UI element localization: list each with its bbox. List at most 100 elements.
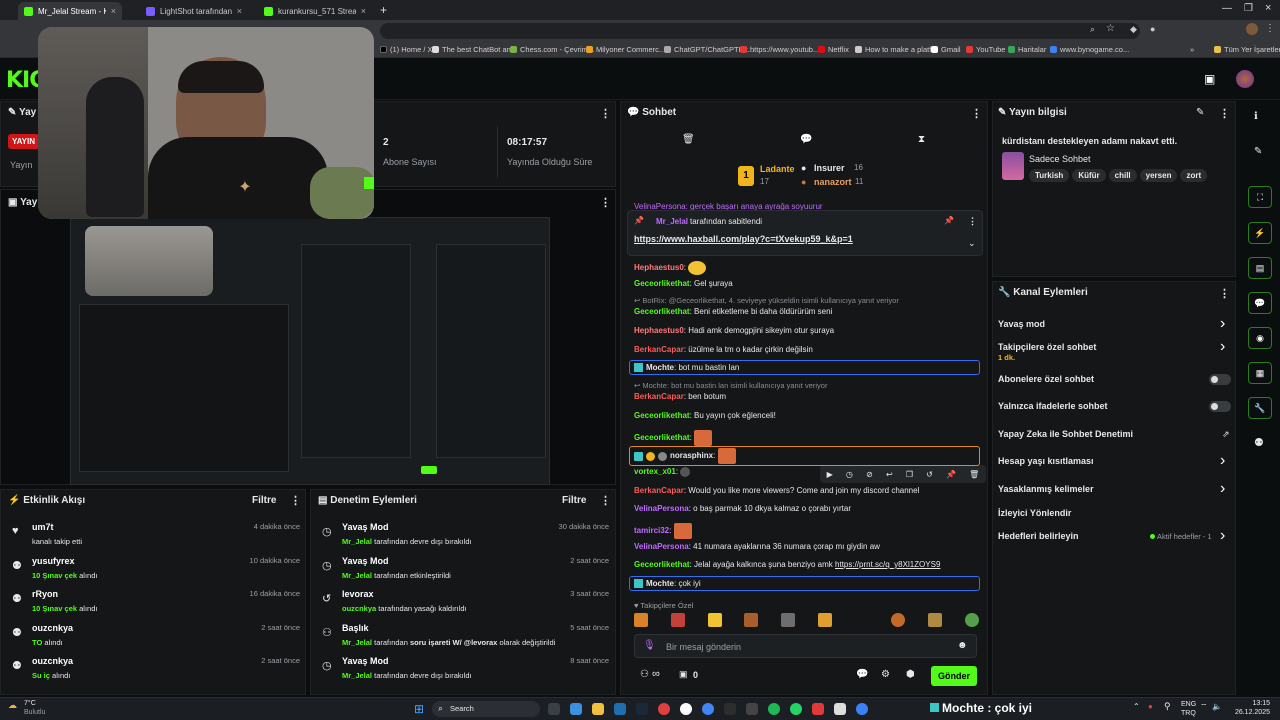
broadcast-icon[interactable]: ◉ [1248, 327, 1272, 349]
pen-icon[interactable]: ✎ [1254, 146, 1262, 157]
app-icon[interactable] [812, 703, 824, 715]
chat-message[interactable]: vortex_x01: [634, 467, 984, 477]
chat-username[interactable]: vortex_x01 [634, 467, 676, 476]
whatsapp-icon[interactable] [790, 703, 802, 715]
kebab-icon[interactable]: ⋮ [600, 196, 611, 209]
profile-avatar[interactable] [1246, 23, 1258, 35]
steam-icon[interactable] [636, 703, 648, 715]
chat-username[interactable]: Geceorlikethat [634, 307, 690, 316]
emote-icon[interactable] [744, 613, 759, 627]
windows-start-icon[interactable]: ⊞ [414, 702, 424, 716]
chat-username[interactable]: Geceorlikethat [634, 279, 690, 288]
bookmark[interactable]: Gmail [931, 45, 961, 54]
url-field[interactable] [380, 23, 1140, 39]
emoji-icon[interactable]: ☻ [957, 640, 968, 651]
moderation-item[interactable]: ↺ levorax ouzcnkya tarafından yasağı kaldı… [322, 589, 609, 617]
tag[interactable]: chill [1108, 169, 1137, 182]
chevron-down-icon[interactable]: ⌄ [968, 238, 976, 249]
chat-message[interactable]: Geceorlikethat: Bu yayın çok eğlenceli! [634, 411, 984, 420]
edit-icon[interactable]: ✎ [1196, 107, 1204, 118]
chat-message[interactable]: ↩ BotRix: @Geceorlikethat, 4. seviyeye y… [634, 296, 984, 305]
chat-username[interactable]: VelinaPersona [634, 542, 689, 551]
bookmark[interactable]: Netflix [818, 45, 849, 54]
tag[interactable]: zort [1180, 169, 1208, 182]
chat-message[interactable]: BerkanCapar: ben botum [634, 392, 984, 401]
chevron-right-icon[interactable]: › [1220, 527, 1225, 545]
app-icon[interactable] [614, 703, 626, 715]
wifi-icon[interactable]: ⌔ [1200, 702, 1208, 712]
pinned-link[interactable]: https://www.haxball.com/play?c=tXvekup59… [634, 234, 853, 244]
moderation-item[interactable]: ◷ Yavaş Mod Mr_Jelal tarafından devre dışı… [322, 522, 609, 550]
emote-icon[interactable] [634, 613, 648, 627]
emote-icon[interactable] [928, 613, 943, 627]
chat-message[interactable]: BerkanCapar: üzülme la tm o kadar çirkin… [634, 345, 984, 354]
channel-action-item[interactable]: Abonelere özel sohbet [998, 374, 1232, 390]
channel-action-item[interactable]: Yasaklanmış kelimeler › [998, 480, 1232, 500]
stream-preview-video[interactable] [70, 217, 550, 485]
chat-message[interactable]: Hephaestus0: [634, 261, 984, 275]
close-icon[interactable]: × [361, 6, 366, 16]
chat-username[interactable]: Hephaestus0 [634, 263, 684, 272]
chat-username[interactable]: Mochte [646, 579, 674, 588]
external-link-icon[interactable]: ⇗ [1222, 429, 1230, 440]
chat-message[interactable]: VelinaPersona: 41 numara ayaklarına 36 n… [634, 542, 984, 551]
chat-username[interactable]: norasphinx [670, 451, 713, 460]
browser-tab[interactable]: LightShot tarafından Ekran Gö...× [140, 2, 248, 20]
star-icon[interactable]: ☆ [1106, 23, 1115, 34]
app-icon[interactable] [658, 703, 670, 715]
chat-input[interactable]: 🎙 Bir mesaj gönderin ☻ [634, 634, 977, 658]
moderation-item[interactable]: ⚇ Başlık Mr_Jelal tarafından soru işareti … [322, 623, 609, 651]
chat-bubble-icon[interactable]: 💬 [856, 669, 868, 680]
bookmark[interactable]: https://www.youtub... [740, 45, 819, 54]
bookmark[interactable]: Haritalar [1008, 45, 1046, 54]
maximize-icon[interactable]: ❐ [1244, 3, 1253, 14]
taskview-icon[interactable] [548, 703, 560, 715]
minimize-icon[interactable]: — [1222, 3, 1232, 14]
chevron-right-icon[interactable]: › [1220, 452, 1225, 470]
activity-item[interactable]: ⚉ ouzcnkya Su iç alındı 2 saat önce [12, 656, 300, 684]
bookmark[interactable]: Milyoner Commerc... [586, 45, 665, 54]
category-thumbnail[interactable] [1002, 152, 1024, 180]
chat-username[interactable]: VelinaPersona [634, 504, 689, 513]
chat-message[interactable]: tamirci32: [634, 523, 984, 539]
spotify-icon[interactable] [768, 703, 780, 715]
all-bookmarks[interactable]: Tüm Yer İşaretleri [1214, 45, 1280, 54]
emote-icon[interactable] [855, 613, 869, 627]
kebab-icon[interactable]: ⋮ [600, 107, 611, 120]
users-icon[interactable]: ⚇ [640, 669, 649, 680]
activity-item[interactable]: ⚉ rRyon 10 Şınav çek alındı 16 dakika önce [12, 589, 300, 617]
chat-message[interactable]: Geceorlikethat: [634, 430, 984, 446]
bolt-icon[interactable]: ⚡ [1248, 222, 1272, 244]
chat-message[interactable]: VelinaPersona: o baş parmak 10 dkya kalm… [634, 504, 984, 513]
chat-message[interactable]: Geceorlikethat: Beni etiketleme bi daha … [634, 307, 984, 316]
clock-date[interactable]: 26.12.2025 [1226, 709, 1270, 716]
chat-username[interactable]: Hephaestus0 [634, 326, 684, 335]
chat-username[interactable]: BerkanCapar [634, 486, 684, 495]
emote-icon[interactable] [670, 613, 685, 627]
tag[interactable]: Turkish [1029, 169, 1070, 182]
kebab-icon[interactable]: ⋮ [971, 107, 982, 120]
browser-tab[interactable]: Mr_Jelal Stream - Kick Dashbo...× [18, 2, 122, 20]
app-icon[interactable] [746, 703, 758, 715]
share-icon[interactable]: ⚉ [1254, 436, 1264, 449]
layout-icon[interactable]: ▦ [1248, 362, 1272, 384]
mod-shield-icon[interactable]: ⬢ [906, 669, 915, 680]
folder-icon[interactable] [592, 703, 604, 715]
wrench-icon[interactable]: 🔧 [1248, 397, 1272, 419]
extension-icon[interactable]: ● [1150, 24, 1155, 34]
fullscreen-icon[interactable]: ⛶ [1248, 186, 1272, 208]
kebab-icon[interactable]: ⋮ [1219, 107, 1230, 120]
zoom-icon[interactable]: ⌕ [1090, 24, 1095, 35]
volume-icon[interactable]: 🔈 [1212, 702, 1222, 711]
tag[interactable]: Küfür [1072, 169, 1106, 182]
user-avatar[interactable] [1236, 70, 1254, 88]
bookmark[interactable]: How to make a platf... [855, 45, 938, 54]
chat-message[interactable]: Mochte: çok iyi [629, 576, 980, 592]
emote-icon[interactable] [891, 613, 906, 627]
gift-icon[interactable]: ▣ [679, 669, 688, 680]
kebab-icon[interactable]: ⋮ [290, 494, 301, 507]
app-icon[interactable] [570, 703, 582, 715]
chat-message[interactable]: Geceorlikethat: Jelal ayağa kalkınca şun… [634, 560, 984, 569]
category-name[interactable]: Sadece Sohbet [1029, 154, 1091, 164]
chat-message[interactable]: Mochte: bot mu bastin lan [629, 360, 980, 376]
